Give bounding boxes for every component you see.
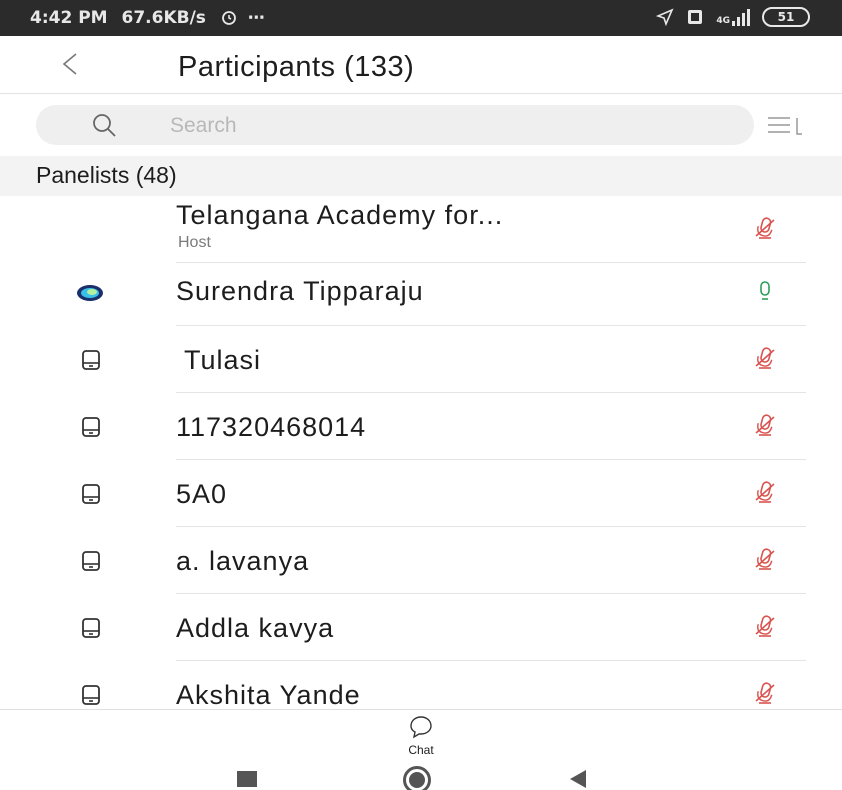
- participant-list: Telangana Academy for... Host Surendra T…: [0, 196, 842, 709]
- location-arrow-icon: [656, 8, 674, 26]
- network-speed: 67.6KB/s: [121, 8, 206, 28]
- status-time: 4:42 PM: [30, 8, 108, 28]
- participant-row[interactable]: 117320468014: [0, 393, 842, 460]
- search-placeholder: Search: [170, 114, 237, 137]
- chat-button[interactable]: Chat: [396, 714, 446, 757]
- search-input[interactable]: [36, 105, 754, 145]
- back-button[interactable]: [52, 44, 92, 84]
- participant-role: Host: [178, 234, 211, 251]
- bottom-bar: Chat: [0, 709, 842, 757]
- mic-muted-icon[interactable]: [753, 346, 777, 372]
- mic-muted-icon[interactable]: [753, 216, 777, 242]
- participant-row[interactable]: Surendra Tipparaju: [0, 259, 842, 326]
- app-logo-icon: [77, 285, 103, 301]
- phone-icon: [82, 618, 100, 638]
- more-notifications-icon: ⋯: [247, 8, 265, 28]
- mic-muted-icon[interactable]: [753, 413, 777, 439]
- phone-icon: [82, 551, 100, 571]
- mic-muted-icon[interactable]: [753, 681, 777, 707]
- phone-icon: [82, 417, 100, 437]
- participant-name: 5A0: [176, 479, 228, 509]
- status-bar-right: 4G 51: [656, 7, 810, 27]
- battery-icon: 51: [762, 7, 810, 27]
- panelists-heading: Panelists (48): [36, 162, 177, 188]
- alarm-icon: [221, 11, 236, 25]
- participant-name: Akshita Yande: [176, 680, 361, 709]
- section-header: Panelists (48): [0, 156, 842, 196]
- participant-row[interactable]: Telangana Academy for... Host: [0, 196, 842, 263]
- chat-label: Chat: [408, 743, 434, 757]
- participant-name: Surendra Tipparaju: [176, 276, 424, 306]
- sort-list-icon[interactable]: [766, 112, 804, 140]
- network-type: 4G: [716, 16, 730, 26]
- mic-muted-icon[interactable]: [753, 614, 777, 640]
- chat-bubble-icon: [410, 716, 432, 739]
- home-button[interactable]: [403, 766, 431, 790]
- participant-row[interactable]: a. lavanya: [0, 527, 842, 594]
- participant-name: Tulasi: [176, 345, 262, 375]
- status-bar-left: 4:42 PM 67.6KB/s ⋯: [30, 8, 273, 28]
- android-nav-bar: [0, 757, 842, 790]
- chevron-left-icon: [62, 53, 77, 75]
- status-bar: 4:42 PM 67.6KB/s ⋯ 4G 51: [0, 0, 842, 36]
- participant-name: Addla kavya: [176, 613, 335, 643]
- signal-icon: 4G: [716, 8, 750, 26]
- participant-name: 117320468014: [176, 412, 367, 442]
- header: Participants (133): [0, 36, 842, 94]
- phone-icon: [82, 484, 100, 504]
- participant-row[interactable]: 5A0: [0, 460, 842, 527]
- battery-level: 51: [777, 10, 795, 24]
- participant-name: Telangana Academy for...: [176, 200, 504, 230]
- participant-row[interactable]: Akshita Yande: [0, 661, 842, 709]
- participant-name: a. lavanya: [176, 546, 310, 576]
- recents-button[interactable]: [237, 771, 257, 787]
- phone-icon: [82, 350, 100, 370]
- mic-muted-icon[interactable]: [753, 547, 777, 573]
- sim-icon: [688, 10, 703, 24]
- participant-row[interactable]: Addla kavya: [0, 594, 842, 661]
- mic-muted-icon[interactable]: [753, 480, 777, 506]
- page-title: Participants (133): [178, 51, 415, 83]
- phone-icon: [82, 685, 100, 705]
- system-back-button[interactable]: [570, 770, 586, 788]
- mic-unmuted-icon[interactable]: [753, 279, 777, 305]
- participant-row[interactable]: Tulasi: [0, 326, 842, 393]
- search-row: Search: [0, 94, 842, 156]
- search-icon: [93, 114, 116, 137]
